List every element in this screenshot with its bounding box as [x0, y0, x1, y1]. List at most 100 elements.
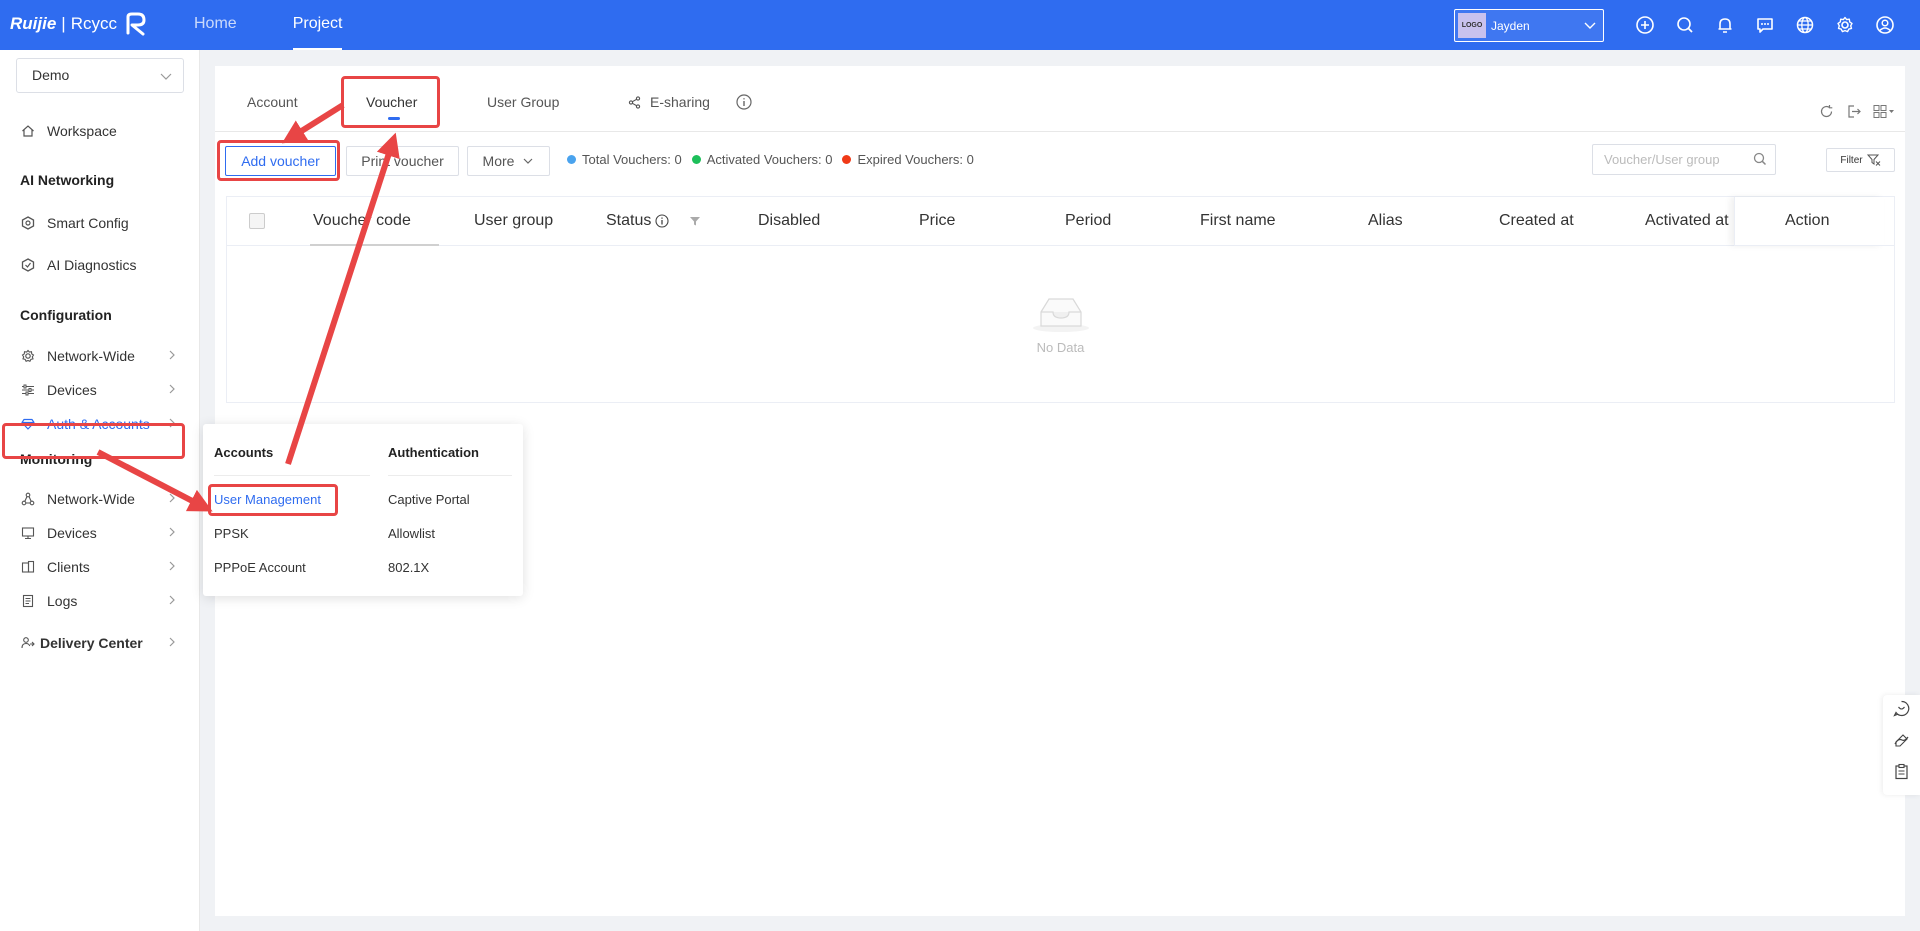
clients-icon — [20, 559, 36, 575]
col-alias[interactable]: Alias — [1368, 212, 1403, 230]
chevron-right-icon — [169, 350, 175, 360]
column-resize-indicator — [310, 244, 439, 246]
empty-state: No Data — [227, 293, 1894, 355]
voucher-stats: Total Vouchers: 0 Activated Vouchers: 0 … — [567, 152, 974, 167]
table-header: Voucher code User group Status Disabled … — [227, 197, 1894, 246]
sidebar-item-config-network-wide[interactable]: Network-Wide — [0, 341, 200, 371]
sidebar-item-monitor-network-wide[interactable]: Network-Wide — [0, 484, 200, 514]
filter-button-label: Filter — [1840, 154, 1863, 166]
chevron-right-icon — [169, 595, 175, 605]
sidebar-item-smart-config[interactable]: Smart Config — [0, 208, 200, 238]
empty-inbox-icon — [1032, 298, 1089, 332]
search-input[interactable] — [1592, 144, 1776, 175]
sidebar: Demo Workspace AI Networking Smart Confi… — [0, 50, 200, 931]
bell-icon[interactable] — [1712, 12, 1738, 38]
menu-item-ppsk[interactable]: PPSK — [214, 526, 249, 541]
user-icon[interactable] — [1872, 12, 1898, 38]
nav-home[interactable]: Home — [194, 0, 237, 50]
settings-network-icon — [20, 348, 36, 364]
share-icon — [628, 95, 641, 109]
add-voucher-button[interactable]: Add voucher — [225, 146, 336, 176]
search-icon[interactable] — [1672, 12, 1698, 38]
col-period[interactable]: Period — [1065, 212, 1111, 230]
filter-button[interactable]: Filter — [1826, 148, 1895, 172]
refresh-icon[interactable] — [1819, 104, 1834, 119]
chat-icon[interactable] — [1893, 700, 1910, 717]
info-icon[interactable] — [736, 94, 752, 110]
globe-icon[interactable] — [1792, 12, 1818, 38]
sidebar-item-auth-accounts[interactable]: Auth & Accounts — [0, 409, 200, 439]
nav-project[interactable]: Project — [292, 0, 342, 50]
menu-item-captive-portal[interactable]: Captive Portal — [388, 492, 470, 507]
hexagon-icon — [20, 215, 36, 231]
select-all-checkbox[interactable] — [249, 213, 265, 229]
sidebar-item-logs[interactable]: Logs — [0, 586, 200, 616]
sidebar-item-ai-diagnostics[interactable]: AI Diagnostics — [0, 250, 200, 280]
chevron-down-icon — [160, 73, 172, 80]
sliders-icon — [20, 382, 36, 398]
col-user-group[interactable]: User group — [474, 212, 553, 230]
total-dot — [567, 155, 576, 164]
sidebar-item-label: Devices — [47, 382, 97, 398]
account-name: Jayden — [1491, 18, 1530, 33]
voucher-table: Voucher code User group Status Disabled … — [226, 196, 1895, 403]
sidebar-item-config-devices[interactable]: Devices — [0, 375, 200, 405]
menu-item-pppoe-account[interactable]: PPPoE Account — [214, 560, 306, 575]
more-button-label: More — [482, 153, 515, 169]
tab-user-group[interactable]: User Group — [487, 94, 559, 110]
export-icon[interactable] — [1846, 104, 1861, 119]
sidebar-item-delivery-center[interactable]: Delivery Center — [0, 628, 200, 658]
col-first-name[interactable]: First name — [1200, 212, 1276, 230]
brand-logo[interactable]: Ruijie | Rcycc — [10, 11, 149, 37]
sidebar-item-monitor-devices[interactable]: Devices — [0, 518, 200, 548]
sidebar-item-label: AI Diagnostics — [47, 257, 137, 273]
sidebar-item-workspace[interactable]: Workspace — [0, 116, 200, 146]
clipboard-icon[interactable] — [1893, 763, 1910, 780]
stat-activated: Activated Vouchers: 0 — [706, 152, 833, 167]
column-settings-icon[interactable] — [1873, 104, 1895, 119]
search-icon[interactable] — [1753, 152, 1767, 166]
tab-active-indicator — [388, 117, 400, 120]
log-file-icon — [20, 593, 36, 609]
menu-item-8021x[interactable]: 802.1X — [388, 560, 429, 575]
col-price[interactable]: Price — [919, 212, 955, 230]
chevron-right-icon — [169, 493, 175, 503]
floating-tools — [1883, 695, 1920, 795]
more-button[interactable]: More — [467, 146, 550, 176]
account-select[interactable]: LOGO Jayden — [1454, 9, 1604, 42]
sidebar-item-clients[interactable]: Clients — [0, 552, 200, 582]
chevron-right-icon — [169, 561, 175, 571]
tab-esharing[interactable]: E-sharing — [628, 94, 710, 110]
col-disabled[interactable]: Disabled — [758, 212, 820, 230]
add-circle-icon[interactable] — [1632, 12, 1658, 38]
expired-dot — [842, 155, 852, 164]
print-voucher-button[interactable]: Print voucher — [346, 146, 459, 176]
col-action-cell: Action — [1734, 197, 1884, 246]
empty-text: No Data — [1036, 340, 1085, 355]
menu-item-allowlist[interactable]: Allowlist — [388, 526, 435, 541]
col-created-at[interactable]: Created at — [1499, 212, 1574, 230]
sidebar-item-label: Workspace — [47, 123, 117, 139]
top-bar: Ruijie | Rcycc Home Project LOGO Jayden — [0, 0, 1920, 50]
info-icon[interactable] — [655, 214, 669, 228]
col-voucher-code[interactable]: Voucher code — [313, 212, 411, 230]
menu-item-user-management[interactable]: User Management — [214, 492, 321, 507]
col-status-label: Status — [606, 212, 652, 229]
tab-voucher[interactable]: Voucher — [366, 94, 417, 110]
edit-feedback-icon[interactable] — [1893, 732, 1910, 749]
stat-total: Total Vouchers: 0 — [582, 152, 682, 167]
brand-separator: | — [61, 14, 66, 33]
gear-icon[interactable] — [1832, 12, 1858, 38]
filter-icon[interactable] — [689, 215, 701, 227]
section-monitoring: Monitoring — [20, 451, 93, 467]
message-icon[interactable] — [1752, 12, 1778, 38]
sidebar-item-label: Devices — [47, 525, 97, 541]
chevron-down-icon — [1584, 22, 1596, 29]
stat-expired: Expired Vouchers: 0 — [857, 152, 974, 167]
tab-account[interactable]: Account — [247, 94, 298, 110]
project-select[interactable]: Demo — [16, 58, 184, 93]
col-status[interactable]: Status — [606, 212, 701, 230]
sidebar-item-label: Network-Wide — [47, 348, 135, 364]
chevron-right-icon — [169, 418, 175, 428]
col-activated-at[interactable]: Activated at — [1645, 212, 1729, 230]
